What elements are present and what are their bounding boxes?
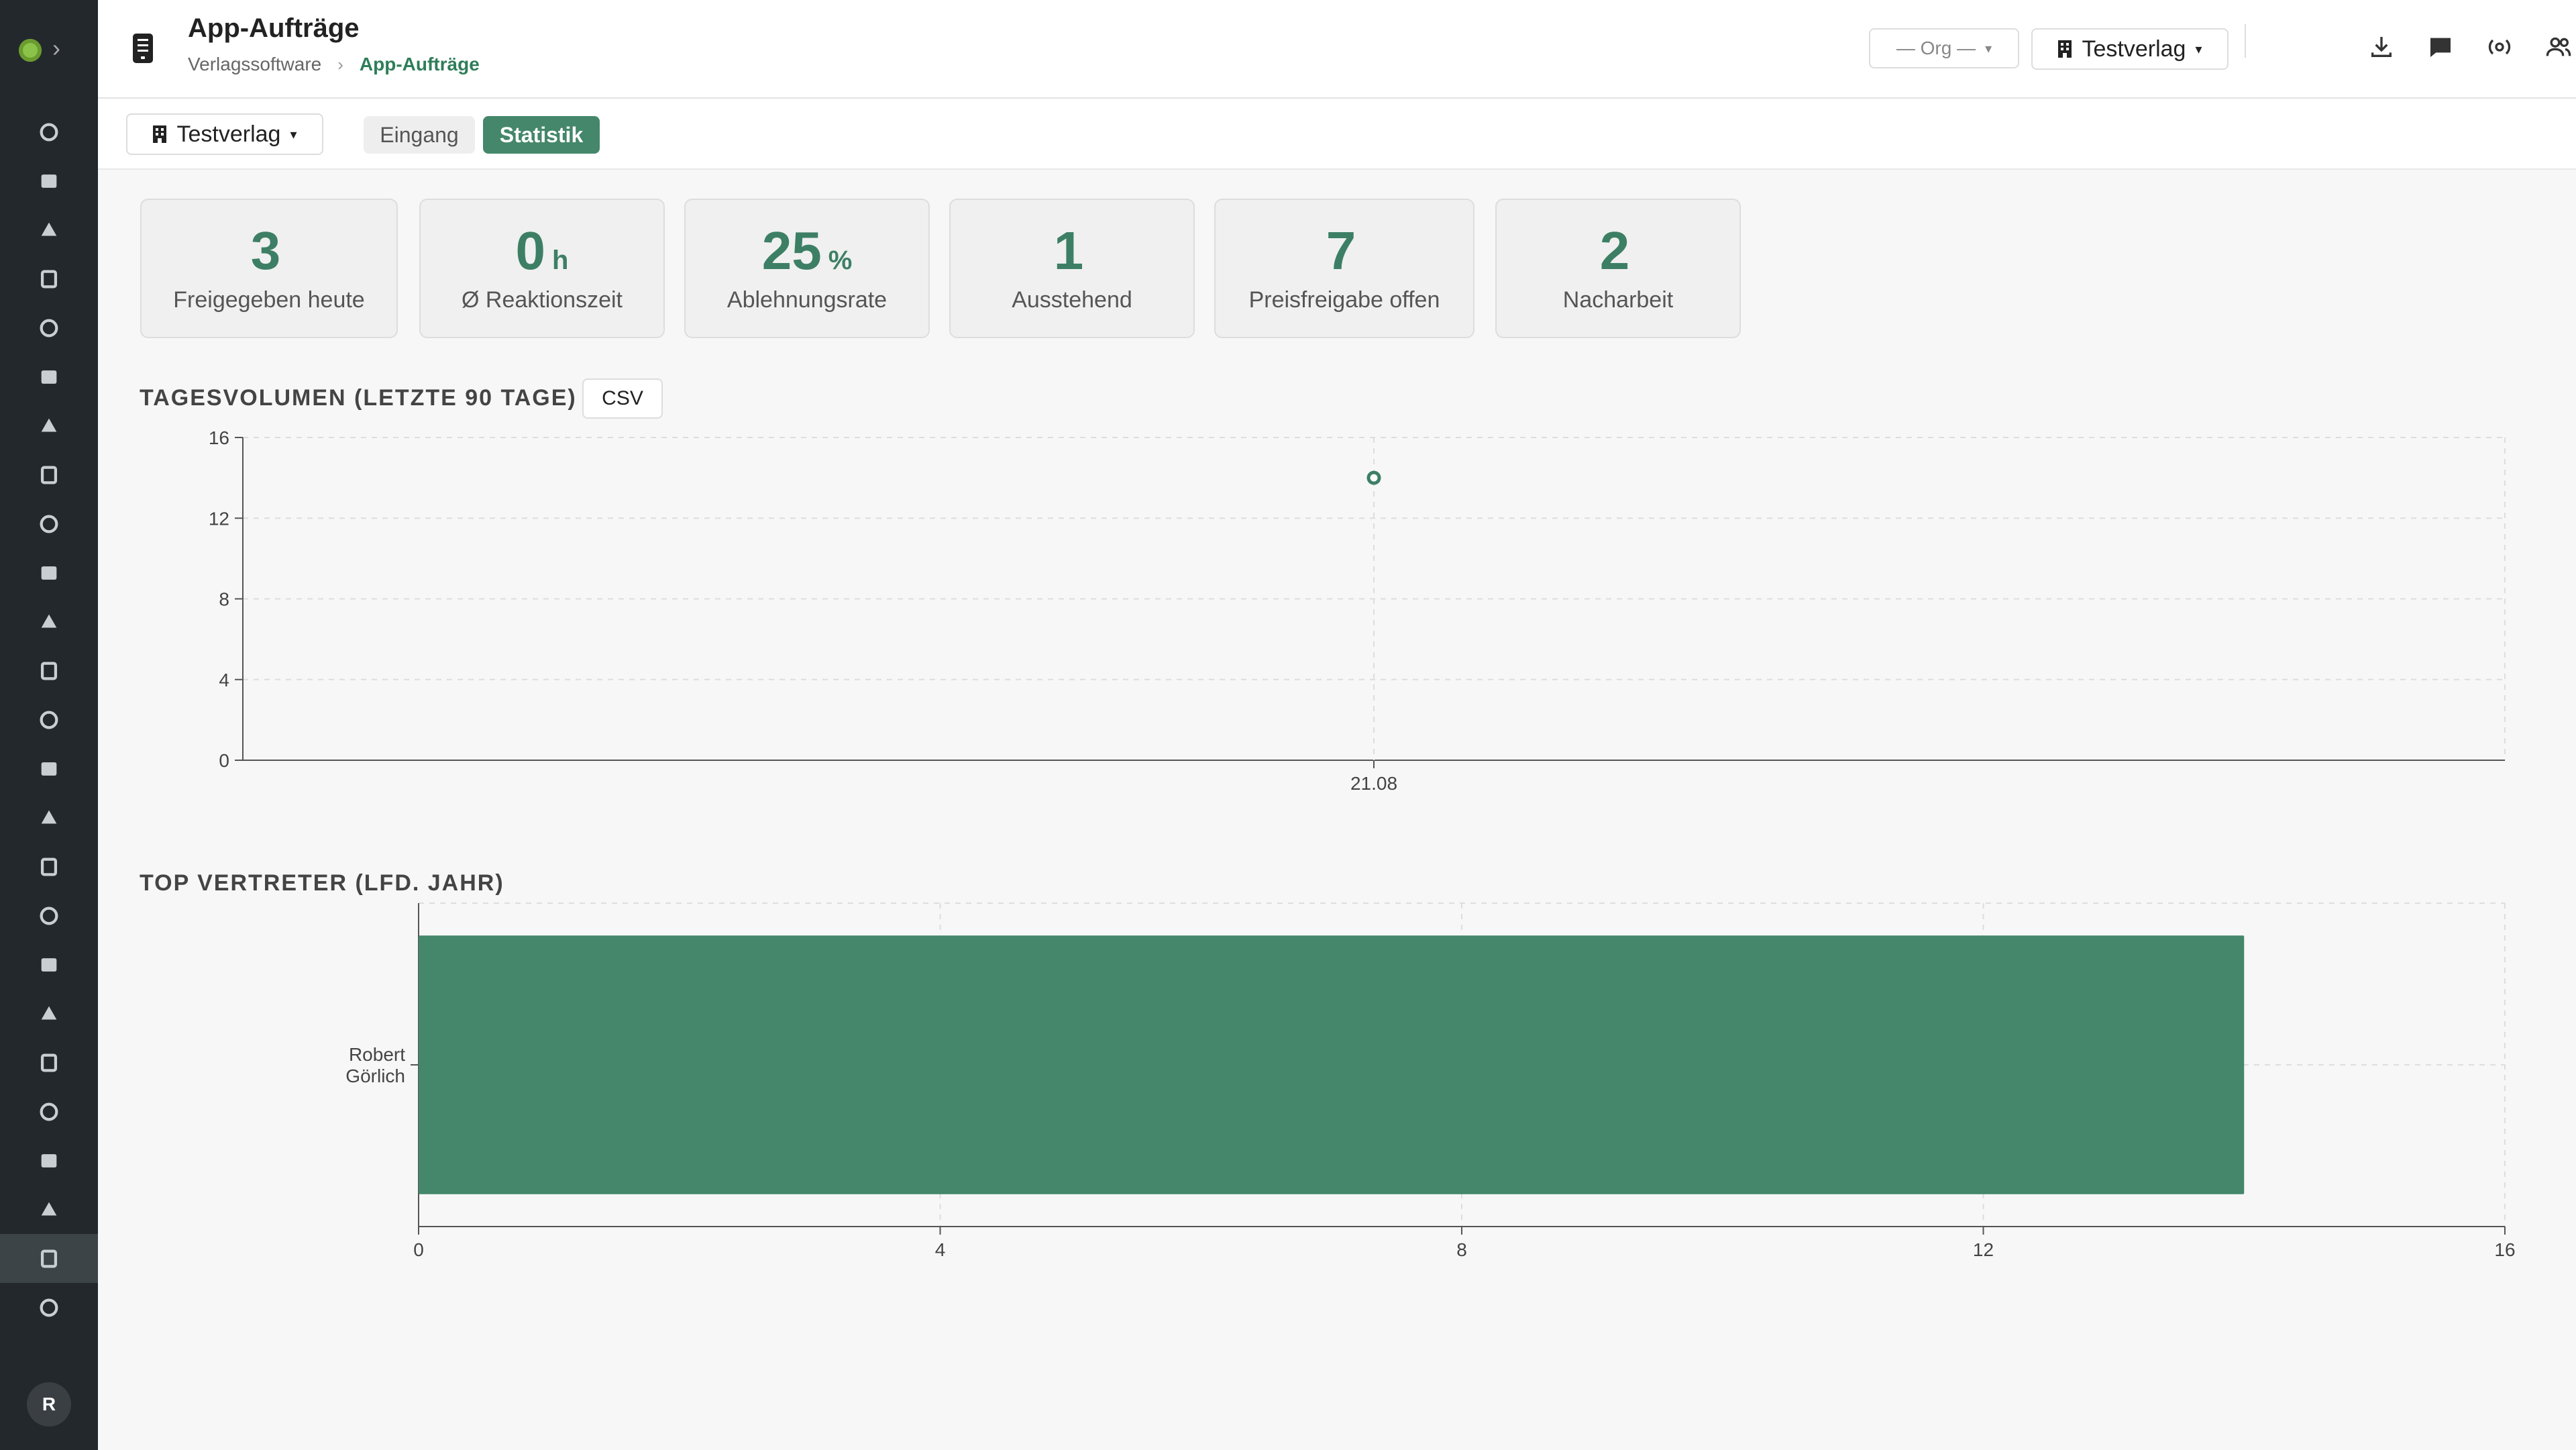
x-tick-label: 21.08 bbox=[1350, 773, 1397, 794]
y-tick-label: 4 bbox=[219, 670, 229, 690]
shield-icon bbox=[40, 1298, 58, 1316]
y-tick-label: 12 bbox=[209, 508, 229, 529]
category-label-line: Robert bbox=[349, 1044, 405, 1065]
y-tick-label: 16 bbox=[209, 427, 229, 448]
x-tick-label: 4 bbox=[935, 1239, 946, 1260]
category-label-line: Görlich bbox=[345, 1066, 405, 1086]
y-tick-label: 0 bbox=[219, 750, 229, 771]
bar bbox=[419, 935, 2245, 1194]
data-point bbox=[1366, 470, 1381, 485]
x-tick-label: 16 bbox=[2494, 1239, 2515, 1260]
category-label: Robert Görlich bbox=[345, 1044, 405, 1086]
daily-volume-chart: 0 4 8 12 16 21.08 bbox=[209, 427, 2506, 794]
avatar[interactable]: R bbox=[27, 1382, 71, 1427]
y-tick-label: 8 bbox=[219, 589, 229, 610]
x-tick-label: 8 bbox=[1456, 1239, 1467, 1260]
top-reps-chart: 0 4 8 12 16 Robert Görlich bbox=[345, 902, 2516, 1260]
x-tick-label: 12 bbox=[1973, 1239, 1994, 1260]
sidebar-item-shield[interactable] bbox=[0, 1283, 98, 1332]
x-tick-label: 0 bbox=[413, 1239, 424, 1260]
